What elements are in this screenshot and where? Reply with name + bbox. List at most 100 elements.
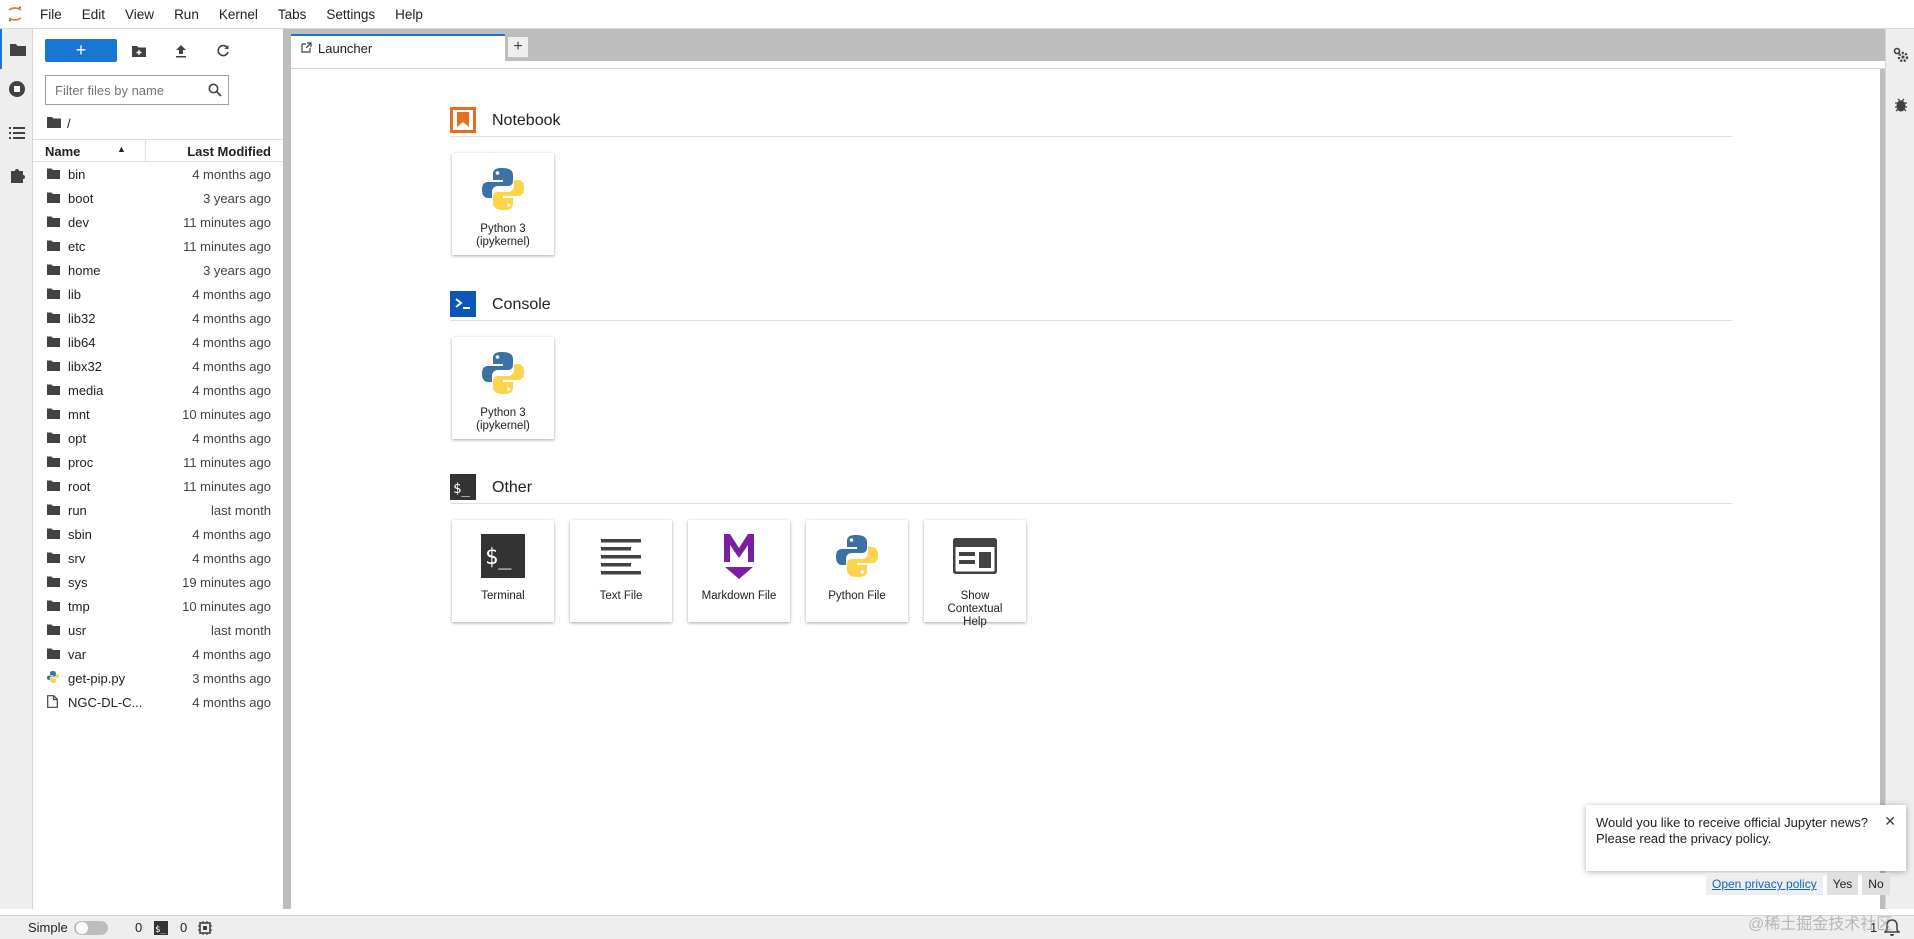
extension-manager-icon[interactable] [0, 155, 33, 195]
notebook-python3-card[interactable]: Python 3 (ipykernel) [452, 153, 554, 255]
refresh-icon[interactable] [213, 41, 233, 61]
file-row[interactable]: opt 4 months ago [33, 426, 283, 450]
tab-launcher[interactable]: Launcher [291, 34, 505, 61]
terminal-card[interactable]: $_ Terminal [452, 520, 554, 622]
jupyter-logo-icon[interactable] [0, 0, 30, 29]
folder-icon [47, 239, 60, 254]
menu-view[interactable]: View [115, 0, 164, 29]
new-folder-icon[interactable] [129, 41, 149, 61]
python-file-card[interactable]: Python File [806, 520, 908, 622]
card-label: Python File [828, 590, 886, 602]
yes-button[interactable]: Yes [1826, 873, 1859, 895]
new-launcher-button[interactable]: + [45, 39, 117, 62]
file-row[interactable]: get-pip.py 3 months ago [33, 666, 283, 690]
file-modified: 4 months ago [192, 359, 271, 374]
debugger-bug-icon[interactable] [1886, 87, 1914, 123]
file-modified: 11 minutes ago [183, 215, 271, 230]
file-row[interactable]: mnt 10 minutes ago [33, 402, 283, 426]
file-modified: 4 months ago [192, 311, 271, 326]
simple-mode-toggle[interactable] [74, 921, 108, 935]
python-file-icon [47, 671, 59, 686]
column-divider[interactable] [145, 140, 146, 162]
breadcrumb-root[interactable]: / [67, 116, 71, 131]
watermark: @稀土掘金技术社区 [1748, 916, 1893, 933]
file-row[interactable]: run last month [33, 498, 283, 522]
right-activity-bar [1885, 29, 1914, 909]
file-row[interactable]: lib32 4 months ago [33, 306, 283, 330]
menu-edit[interactable]: Edit [72, 0, 115, 29]
file-row[interactable]: libx32 4 months ago [33, 354, 283, 378]
file-row[interactable]: media 4 months ago [33, 378, 283, 402]
notification-action-buttons: Open privacy policy Yes No [1706, 873, 1890, 895]
add-tab-button[interactable]: + [507, 36, 529, 58]
console-python3-card[interactable]: Python 3 (ipykernel) [452, 337, 554, 439]
menu-tabs[interactable]: Tabs [268, 0, 317, 29]
notification-message: Would you like to receive official Jupyt… [1596, 815, 1876, 847]
folder-icon [47, 263, 60, 278]
file-name: root [68, 479, 91, 494]
python-icon [477, 347, 529, 399]
file-row[interactable]: bin 4 months ago [33, 162, 283, 186]
no-button[interactable]: No [1862, 873, 1890, 895]
name-column-header[interactable]: Name [45, 144, 80, 159]
text-file-icon [595, 530, 647, 582]
file-name: sbin [68, 527, 92, 542]
menu-kernel[interactable]: Kernel [209, 0, 268, 29]
folder-icon [47, 575, 60, 590]
file-modified: 10 minutes ago [182, 407, 271, 422]
file-row[interactable]: root 11 minutes ago [33, 474, 283, 498]
folder-icon [47, 383, 60, 398]
last-modified-column-header[interactable]: Last Modified [187, 144, 271, 159]
open-privacy-policy-link[interactable]: Open privacy policy [1706, 873, 1823, 895]
upload-icon[interactable] [171, 41, 191, 61]
console-icon [450, 291, 476, 317]
folder-icon [47, 647, 60, 662]
tab-label: Launcher [318, 41, 373, 56]
file-row[interactable]: tmp 10 minutes ago [33, 594, 283, 618]
file-row[interactable]: home 3 years ago [33, 258, 283, 282]
close-icon[interactable]: ✕ [1884, 813, 1896, 830]
svg-text:$_: $_ [155, 925, 166, 935]
folder-icon [47, 215, 60, 230]
property-inspector-gear-icon[interactable] [1886, 37, 1914, 73]
file-modified: 4 months ago [192, 431, 271, 446]
kernel-count[interactable]: 0 [180, 920, 187, 935]
file-row[interactable]: boot 3 years ago [33, 186, 283, 210]
markdown-file-card[interactable]: Markdown File [688, 520, 790, 622]
table-of-contents-icon[interactable] [0, 113, 33, 153]
folder-icon [47, 527, 60, 542]
kernel-status-icon[interactable] [198, 921, 212, 938]
running-sessions-icon[interactable] [0, 69, 33, 109]
file-row[interactable]: lib 4 months ago [33, 282, 283, 306]
file-name: tmp [68, 599, 90, 614]
home-folder-icon[interactable] [47, 116, 61, 131]
file-row[interactable]: proc 11 minutes ago [33, 450, 283, 474]
file-row[interactable]: usr last month [33, 618, 283, 642]
other-section: $_ Other $_ Terminal Text File Markdown … [450, 474, 1732, 628]
file-row[interactable]: srv 4 months ago [33, 546, 283, 570]
file-name: proc [68, 455, 94, 470]
file-modified: 11 minutes ago [183, 479, 271, 494]
menu-settings[interactable]: Settings [316, 0, 385, 29]
file-row[interactable]: sbin 4 months ago [33, 522, 283, 546]
menu-file[interactable]: File [30, 0, 72, 29]
folder-icon [47, 431, 60, 446]
file-browser-panel: + / Name ▲ Last Modified bin 4 months ago… [33, 29, 283, 909]
file-row[interactable]: NGC-DL-C... 4 months ago [33, 690, 283, 714]
file-browser-tab-icon[interactable] [0, 29, 33, 69]
terminal-count[interactable]: 0 [135, 920, 142, 935]
notebook-section-header: Notebook [450, 107, 1732, 137]
terminal-status-icon[interactable]: $_ [154, 921, 168, 938]
folder-icon [47, 191, 60, 206]
menu-run[interactable]: Run [164, 0, 209, 29]
file-row[interactable]: sys 19 minutes ago [33, 570, 283, 594]
file-icon [47, 695, 58, 711]
file-row[interactable]: lib64 4 months ago [33, 330, 283, 354]
menu-help[interactable]: Help [385, 0, 433, 29]
file-row[interactable]: dev 11 minutes ago [33, 210, 283, 234]
file-row[interactable]: etc 11 minutes ago [33, 234, 283, 258]
file-row[interactable]: var 4 months ago [33, 642, 283, 666]
contextual-help-card[interactable]: Show Contextual Help [924, 520, 1026, 628]
file-filter-input[interactable] [46, 76, 196, 104]
text-file-card[interactable]: Text File [570, 520, 672, 622]
